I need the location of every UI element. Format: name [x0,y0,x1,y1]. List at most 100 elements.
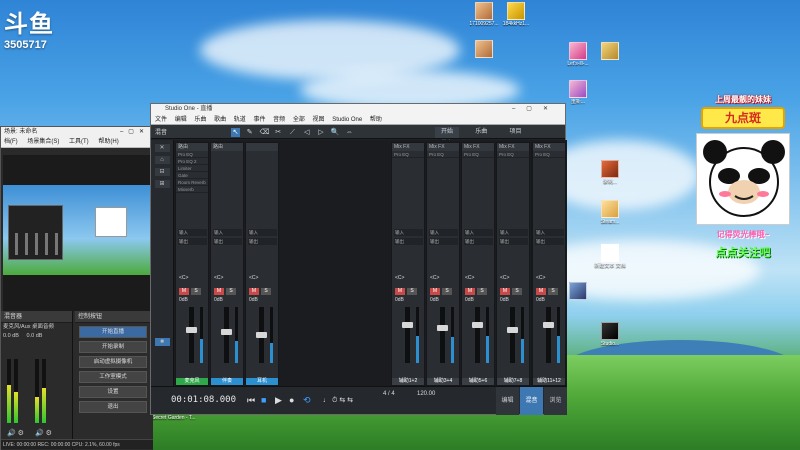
menu-item[interactable]: 轨道 [234,117,246,123]
input-selector[interactable]: 输入 [394,229,423,236]
insert-slot[interactable]: Pro EQ [497,151,529,158]
mute-button[interactable]: M [430,288,440,295]
fader-knob[interactable] [221,329,232,335]
input-selector[interactable]: 输入 [499,229,528,236]
insert-slot[interactable]: Gate [176,172,208,179]
menu-item[interactable]: Studio One [332,117,362,123]
window-controls[interactable]: –▢✕ [512,104,559,115]
volume-fader[interactable] [402,307,413,363]
strip-header[interactable]: 路由 [176,143,208,151]
edit-tab[interactable]: 编辑 [496,387,519,415]
fader-knob[interactable] [186,327,197,333]
exit-button[interactable]: 退出 [79,401,147,413]
input-selector[interactable]: 输入 [213,229,242,236]
menu-item[interactable]: 帮助 [370,117,382,123]
desktop-icon[interactable]: Studio... [592,322,628,347]
menu-item[interactable]: 档(F) [4,139,18,145]
insert-slot[interactable]: Limiter [176,165,208,172]
desktop-icon[interactable] [466,40,502,59]
insert-slot[interactable]: Mixverb [176,186,208,193]
settings-button[interactable]: 设置 [79,386,147,398]
mute-button[interactable]: M [214,288,224,295]
metronome-icon[interactable]: ♩ ⏱ ⇆ ⇆ [323,396,353,405]
virtual-camera-button[interactable]: 启动虚拟摄像机 [79,356,147,368]
mute-button[interactable]: M [395,288,405,295]
menu-item[interactable]: 全部 [293,117,305,123]
menu-item[interactable]: 事件 [253,117,265,123]
solo-button[interactable]: S [512,288,522,295]
rewind-icon[interactable]: ⏮ [247,395,255,406]
listen-tool-icon[interactable]: ⇔ [345,128,354,137]
insert-slot[interactable]: Pro EQ [392,151,424,158]
start-streaming-button[interactable]: 开始直播 [79,326,147,338]
speaker-icon[interactable]: 🔊 ⚙ [35,429,52,437]
fader-knob[interactable] [437,325,448,331]
collapse-icon[interactable]: ⊟ [154,168,170,176]
strip-header[interactable]: 路由 [211,143,243,151]
input-selector[interactable]: 输入 [464,229,493,236]
home-icon[interactable]: ⌂ [154,156,170,164]
zoom-tool-icon[interactable]: 🔍 [331,128,340,137]
studio-mode-button[interactable]: 工作室模式 [79,371,147,383]
solo-button[interactable]: S [442,288,452,295]
menu-item[interactable]: 帮助(H) [98,139,118,145]
desktop-icon[interactable]: Steam... [592,200,628,225]
solo-button[interactable]: S [548,288,558,295]
volume-fader[interactable] [186,307,197,363]
mute-button[interactable]: M [249,288,259,295]
menu-item[interactable]: 视图 [313,117,325,123]
solo-button[interactable]: S [226,288,236,295]
input-selector[interactable]: 输入 [178,229,207,236]
song-page-button[interactable]: 乐曲 [469,127,493,138]
close-icon[interactable]: ✕ [154,144,170,152]
insert-slot[interactable]: Pro EQ [462,151,494,158]
output-selector[interactable]: 输出 [429,238,458,245]
menu-item[interactable]: 工具(T) [69,139,89,145]
volume-fader[interactable] [543,307,554,363]
desktop-icon[interactable]: 171009257... [466,2,502,27]
output-selector[interactable]: 输出 [248,238,277,245]
loop-icon[interactable]: ⟲ [303,395,311,406]
insert-slot[interactable]: Pro EQ [533,151,565,158]
menu-item[interactable]: 编辑 [175,117,187,123]
mix-tab[interactable]: 混音 [520,387,543,415]
mute-tool-icon[interactable]: ◁ [302,128,311,137]
strip-header[interactable] [246,143,278,151]
mixer-icon[interactable]: ■ [154,338,170,346]
output-selector[interactable]: 输出 [394,238,423,245]
speaker-icon[interactable]: 🔊 ⚙ [7,429,24,437]
project-page-button[interactable]: 项目 [504,127,528,138]
record-icon[interactable]: ● [289,395,294,405]
volume-fader[interactable] [472,307,483,363]
pan-display[interactable]: <C> [395,275,423,282]
bend-tool-icon[interactable]: ▷ [316,128,325,137]
menu-item[interactable]: 场景集合(S) [27,139,59,145]
browse-tab[interactable]: 浏览 [544,387,567,415]
desktop-icon[interactable]: 录制... [592,160,628,185]
solo-button[interactable]: S [191,288,201,295]
play-icon[interactable]: ▶ [275,395,282,406]
insert-slot[interactable]: Pro EQ [176,151,208,158]
output-selector[interactable]: 输出 [535,238,564,245]
solo-button[interactable]: S [261,288,271,295]
pan-display[interactable]: <C> [500,275,528,282]
output-selector[interactable]: 输出 [464,238,493,245]
expand-icon[interactable]: ⊞ [154,180,170,188]
volume-fader[interactable] [221,307,232,363]
insert-slot[interactable]: Pro EQ 2 [176,158,208,165]
split-tool-icon[interactable]: ✂ [274,128,283,137]
strip-header[interactable]: Mix FX [497,143,529,151]
strip-header[interactable]: Mix FX [392,143,424,151]
fader-knob[interactable] [256,332,267,338]
pan-display[interactable]: <C> [430,275,458,282]
volume-fader[interactable] [507,307,518,363]
eraser-tool-icon[interactable]: ⌫ [259,128,269,137]
output-selector[interactable]: 输出 [499,238,528,245]
desktop-icon[interactable]: 重新... [560,80,596,105]
fader-knob[interactable] [507,327,518,333]
start-recording-button[interactable]: 开始录制 [79,341,147,353]
menu-item[interactable]: 乐曲 [194,117,206,123]
pan-display[interactable]: <C> [214,275,242,282]
desktop-icon[interactable]: 新建文本 文档 [592,244,628,269]
pan-display[interactable]: <C> [465,275,493,282]
